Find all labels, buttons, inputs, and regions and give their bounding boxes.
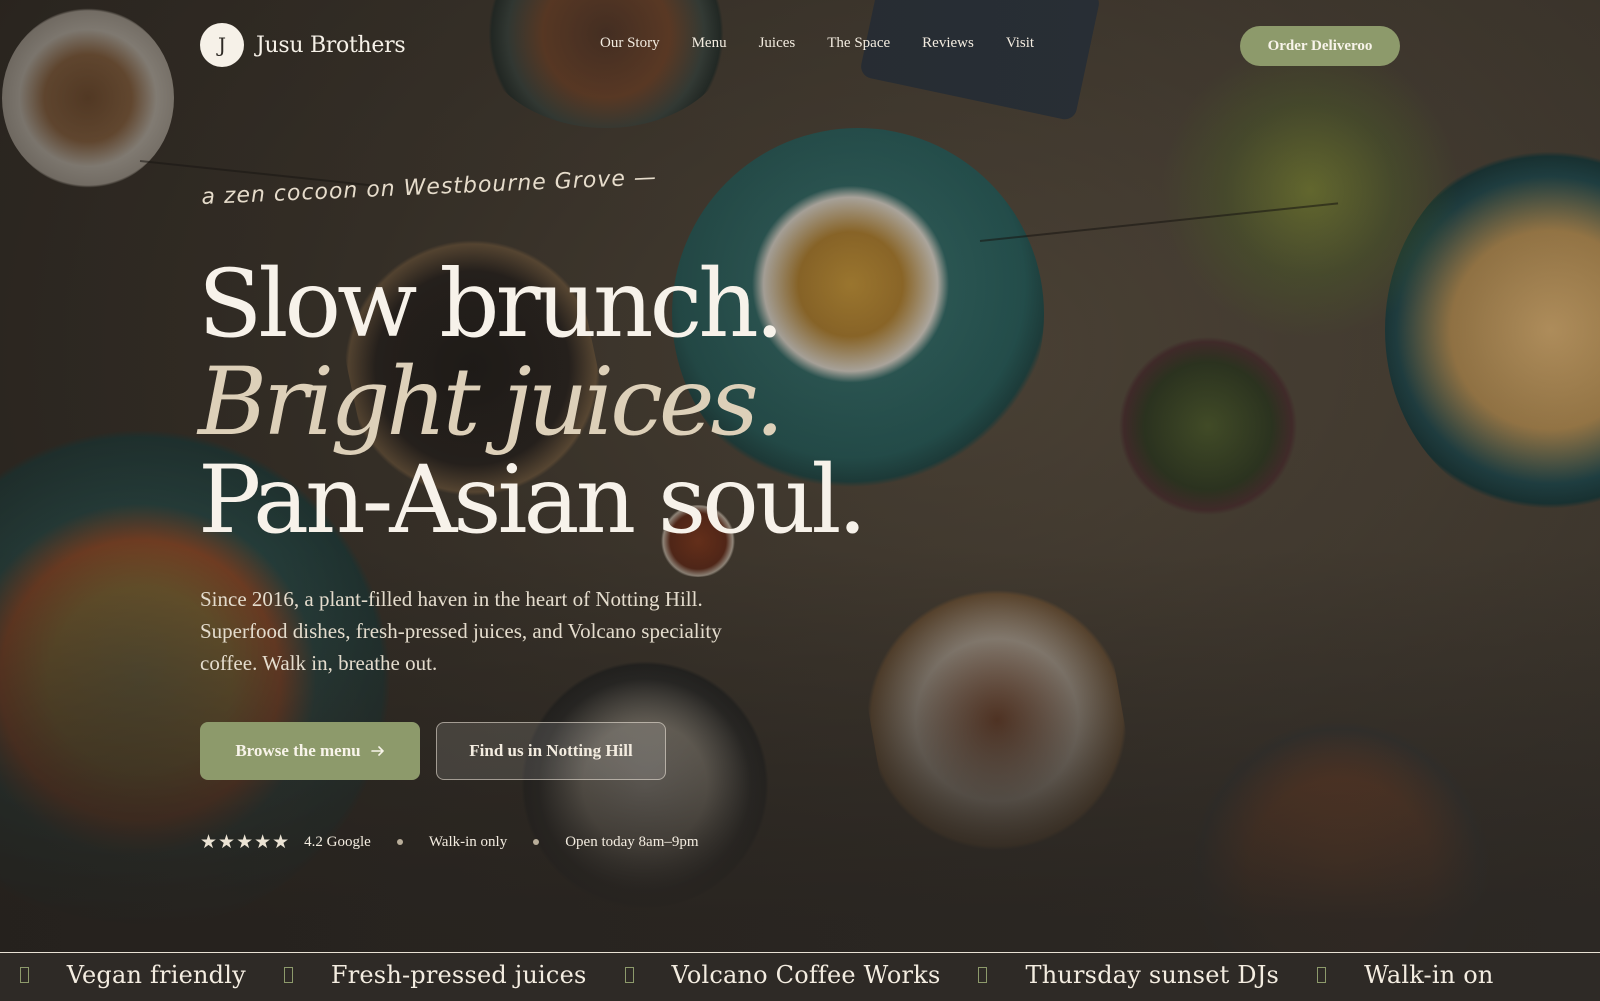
marquee-item: Fresh-pressed juices (330, 961, 587, 989)
headline-line-1: Slow brunch. (198, 250, 785, 359)
marquee-item: Thursday sunset DJs (1025, 961, 1280, 989)
marquee-item: Walk-in on (1364, 961, 1494, 989)
headline-line-3: Pan-Asian soul. (198, 446, 867, 555)
walkin-text: Walk-in only (428, 833, 508, 850)
hero-meta: ★★★★★ 4.2 Google Walk-in only Open today… (200, 831, 699, 853)
leaf-separator-icon (978, 967, 988, 983)
arrow-right-icon (370, 746, 384, 756)
find-us-button[interactable]: Find us in Notting Hill (436, 722, 666, 780)
nav-menu[interactable]: Menu (692, 35, 727, 52)
rating-text: 4.2 Google (304, 833, 371, 850)
brand-name: Jusu Brothers (256, 32, 406, 58)
hours-text: Open today 8am–9pm (565, 833, 699, 850)
browse-menu-label: Browse the menu (235, 741, 361, 760)
marquee-item: Volcano Coffee Works (671, 961, 941, 989)
feature-marquee: r Vegan friendly Fresh-pressed juices Vo… (0, 952, 1600, 1001)
hero-lead: Since 2016, a plant-filled haven in the … (200, 587, 722, 675)
leaf-separator-icon (283, 967, 293, 983)
order-deliveroo-button[interactable]: Order Deliveroo (1240, 26, 1400, 66)
nav-the-space[interactable]: The Space (827, 35, 890, 52)
browse-menu-button[interactable]: Browse the menu (200, 722, 420, 780)
logo-mark: J (200, 23, 244, 67)
leaf-separator-icon (1317, 967, 1327, 983)
leaf-separator-icon (624, 967, 634, 983)
headline-line-2: Bright juices. (198, 348, 785, 457)
find-us-label: Find us in Notting Hill (469, 741, 633, 760)
brand-logo[interactable]: J Jusu Brothers (200, 23, 406, 67)
separator-dot (396, 839, 403, 845)
marquee-track: r Vegan friendly Fresh-pressed juices Vo… (0, 961, 1494, 989)
rating-stars-icon: ★★★★★ (200, 831, 291, 853)
nav-juices[interactable]: Juices (759, 35, 796, 52)
main-nav: Our Story Menu Juices The Space Reviews … (600, 35, 1034, 52)
separator-dot (533, 839, 540, 845)
nav-visit[interactable]: Visit (1006, 35, 1034, 52)
nav-our-story[interactable]: Our Story (600, 35, 660, 52)
nav-reviews[interactable]: Reviews (922, 35, 974, 52)
marquee-item: Vegan friendly (66, 961, 246, 989)
leaf-separator-icon (19, 967, 29, 983)
